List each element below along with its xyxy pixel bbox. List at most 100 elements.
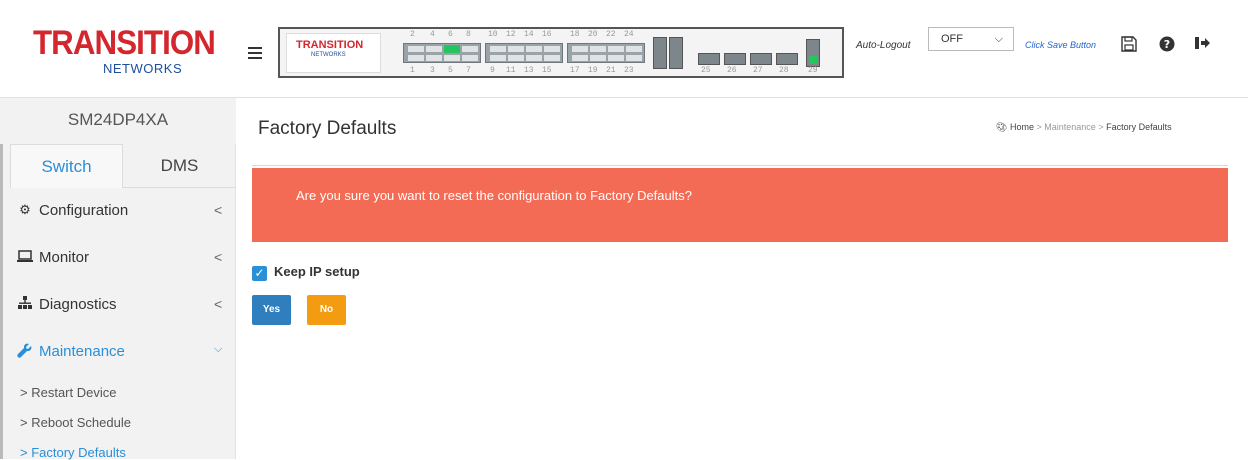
port-number: 23: [624, 66, 634, 75]
confirm-alert: Are you sure you want to reset the confi…: [252, 168, 1228, 242]
combo-port[interactable]: [669, 37, 683, 69]
panel-logo-subtitle: NETWORKS: [311, 52, 346, 58]
port-number: 3: [430, 66, 435, 75]
port-number: 17: [570, 66, 580, 75]
port-number: 8: [466, 30, 471, 39]
submenu-item-label: Factory Defaults: [31, 445, 126, 460]
port-number: 12: [506, 30, 516, 39]
chevron-right-icon: >: [20, 445, 28, 460]
chevron-down-icon: ⌵: [994, 33, 1003, 45]
port-number: 18: [570, 30, 580, 39]
tab-switch[interactable]: Switch: [10, 144, 123, 188]
port-group-1[interactable]: [403, 43, 481, 63]
breadcrumb-separator: >: [1098, 122, 1104, 132]
alert-message: Are you sure you want to reset the confi…: [296, 188, 692, 203]
sidebar: TRANSITION NETWORKS SM24DP4XA Switch DMS…: [0, 0, 236, 460]
yes-button[interactable]: Yes: [252, 295, 291, 325]
port-group-3[interactable]: [567, 43, 645, 63]
menu-toggle-icon[interactable]: [248, 47, 262, 59]
auto-logout-select[interactable]: OFF ⌵: [928, 27, 1014, 51]
auto-logout-label: Auto-Logout: [856, 40, 911, 51]
brand-logo[interactable]: TRANSITION NETWORKS: [0, 0, 236, 98]
chevron-left-icon: <: [214, 296, 223, 312]
sidebar-item-monitor[interactable]: Monitor <: [0, 235, 236, 281]
panel-logo: TRANSITION NETWORKS: [286, 33, 381, 73]
port-number: 25: [701, 66, 711, 75]
port-number: 27: [753, 66, 763, 75]
port-number: 16: [542, 30, 552, 39]
laptop-icon: [17, 249, 33, 265]
submenu-item-label: Reboot Schedule: [31, 415, 131, 430]
port-number: 26: [727, 66, 737, 75]
submenu-item-restart-device[interactable]: > Restart Device: [20, 385, 116, 400]
sidebar-item-maintenance[interactable]: Maintenance ⌵: [0, 329, 236, 375]
breadcrumb-separator: >: [1036, 122, 1042, 132]
sidebar-item-diagnostics[interactable]: Diagnostics <: [0, 282, 236, 328]
port-number: 28: [779, 66, 789, 75]
sfp-port[interactable]: [776, 53, 798, 65]
top-header: TRANSITION NETWORKS 2 4 6 8 10 12 14 16 …: [236, 0, 1248, 98]
port-link-indicator: [444, 45, 460, 53]
help-icon[interactable]: ?: [1158, 36, 1176, 54]
chevron-down-icon: ⌵: [214, 343, 223, 355]
port-group-2[interactable]: [485, 43, 563, 63]
breadcrumb-maintenance-link[interactable]: Maintenance: [1044, 122, 1096, 132]
port-number: 7: [466, 66, 471, 75]
port-number: 9: [490, 66, 495, 75]
port-number: 24: [624, 30, 634, 39]
breadcrumb: 🎨︎ Home > Maintenance > Factory Defaults: [996, 122, 1172, 133]
main-content: Factory Defaults 🎨︎ Home > Maintenance >…: [236, 98, 1248, 459]
panel-logo-wordmark: TRANSITION: [296, 39, 364, 51]
keep-ip-label: Keep IP setup: [274, 264, 360, 279]
sfp-port[interactable]: [750, 53, 772, 65]
port-number: 10: [488, 30, 498, 39]
chevron-left-icon: <: [214, 202, 223, 218]
save-icon[interactable]: [1120, 36, 1138, 54]
breadcrumb-current: Factory Defaults: [1106, 122, 1172, 132]
sidebar-item-configuration[interactable]: ⚙ Configuration <: [0, 188, 236, 234]
gear-icon: ⚙: [19, 202, 31, 217]
breadcrumb-home-link[interactable]: Home: [1010, 122, 1034, 132]
chevron-right-icon: >: [20, 415, 28, 430]
divider: [252, 165, 1228, 166]
port-number: 15: [542, 66, 552, 75]
port-number: 14: [524, 30, 534, 39]
sitemap-icon: [17, 296, 33, 312]
port-number: 1: [410, 66, 415, 75]
sfp-port[interactable]: [698, 53, 720, 65]
sidebar-item-label: Monitor: [39, 249, 90, 266]
submenu-item-reboot-schedule[interactable]: > Reboot Schedule: [20, 415, 131, 430]
chevron-left-icon: <: [214, 249, 223, 265]
port-number: 13: [524, 66, 534, 75]
home-icon: 🎨︎: [996, 122, 1008, 132]
port-number: 5: [448, 66, 453, 75]
svg-text:?: ?: [1164, 38, 1170, 51]
save-hint: Click Save Button: [1025, 40, 1097, 50]
device-name: SM24DP4XA: [0, 98, 236, 144]
switch-port-panel: TRANSITION NETWORKS 2 4 6 8 10 12 14 16 …: [278, 27, 844, 78]
no-button[interactable]: No: [307, 295, 346, 325]
logout-icon[interactable]: [1194, 36, 1212, 54]
wrench-icon: [17, 343, 33, 359]
keep-ip-checkbox[interactable]: ✓: [252, 266, 267, 281]
port-number: 11: [506, 66, 516, 75]
port-number: 6: [448, 30, 453, 39]
port-number: 29: [808, 66, 818, 75]
tab-dms[interactable]: DMS: [123, 144, 236, 188]
port-number: 20: [588, 30, 598, 39]
page-title: Factory Defaults: [258, 118, 397, 139]
submenu-item-factory-defaults[interactable]: > Factory Defaults: [20, 445, 126, 460]
logo-wordmark: TRANSITION: [33, 24, 216, 62]
console-port[interactable]: [806, 39, 820, 67]
port-number: 2: [410, 30, 415, 39]
sidebar-tabs: Switch DMS: [0, 144, 236, 188]
port-number: 21: [606, 66, 616, 75]
sidebar-item-label: Configuration: [39, 202, 129, 219]
sidebar-item-label: Diagnostics: [39, 296, 117, 313]
sfp-port[interactable]: [724, 53, 746, 65]
port-number: 19: [588, 66, 598, 75]
combo-port[interactable]: [653, 37, 667, 69]
logo-subtitle: NETWORKS: [103, 61, 183, 76]
auto-logout-value: OFF: [941, 33, 963, 45]
chevron-right-icon: >: [20, 385, 28, 400]
